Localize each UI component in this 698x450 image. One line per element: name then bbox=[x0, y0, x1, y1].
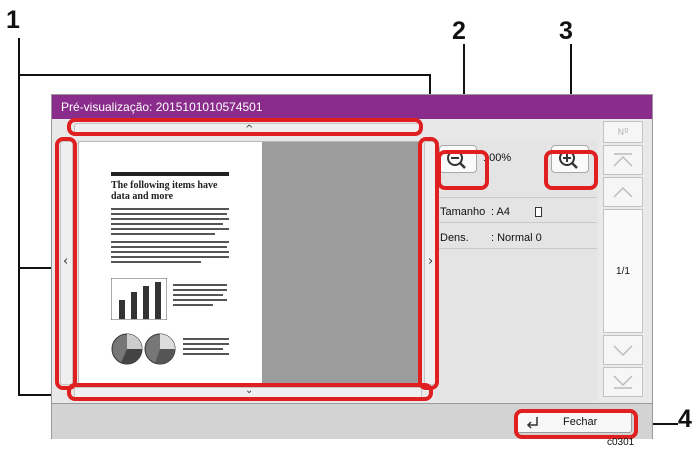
document-text-line bbox=[183, 338, 229, 340]
first-page-button[interactable] bbox=[603, 145, 643, 175]
document-page: The following items have data and more bbox=[79, 142, 262, 384]
page-navigation: Nº 1/1 bbox=[600, 119, 646, 401]
callout-1-top-line bbox=[18, 74, 430, 76]
page-count-area: 1/1 bbox=[603, 209, 643, 333]
document-text-line bbox=[173, 284, 227, 286]
size-label: Tamanho bbox=[440, 206, 486, 218]
document-text-line bbox=[111, 228, 229, 230]
document-text-line bbox=[173, 304, 213, 306]
document-text-line bbox=[183, 353, 229, 355]
info-separator bbox=[435, 197, 597, 198]
document-heading: The following items have data and more bbox=[111, 180, 218, 202]
highlight-scroll-left bbox=[55, 137, 77, 390]
callout-2: 2 bbox=[452, 17, 466, 45]
highlight-zoom-out bbox=[437, 150, 489, 190]
document-text-line bbox=[173, 289, 227, 291]
document-text-line bbox=[183, 348, 223, 350]
callout-1: 1 bbox=[6, 6, 20, 34]
next-page-button[interactable] bbox=[603, 335, 643, 365]
document-text-line bbox=[111, 213, 227, 215]
highlight-zoom-in bbox=[544, 150, 598, 190]
size-row: Tamanho : A4 bbox=[435, 201, 597, 223]
density-row: Dens. : Normal 0 bbox=[435, 227, 597, 249]
page-count: 1/1 bbox=[616, 266, 630, 277]
down-arrow-icon bbox=[613, 345, 633, 357]
document-pie-charts bbox=[111, 333, 176, 365]
first-page-icon bbox=[613, 153, 633, 167]
document-text-line bbox=[111, 246, 227, 248]
density-label: Dens. bbox=[440, 232, 469, 244]
density-value: : Normal 0 bbox=[491, 232, 542, 244]
portrait-page-icon bbox=[535, 207, 542, 217]
document-text-line bbox=[183, 343, 229, 345]
size-value: : A4 bbox=[491, 206, 510, 218]
page-number-button[interactable]: Nº bbox=[603, 121, 643, 143]
document-text-line bbox=[173, 299, 227, 301]
callout-1-vertical-line bbox=[18, 38, 20, 396]
highlight-scroll-bottom bbox=[67, 383, 433, 401]
highlight-scroll-right bbox=[418, 137, 439, 390]
document-text-line bbox=[111, 223, 223, 225]
blank-page-area bbox=[262, 142, 421, 384]
document-text-line bbox=[111, 241, 229, 243]
window-title: Pré-visualização: 2015101010574501 bbox=[52, 95, 652, 119]
document-text-line bbox=[111, 208, 229, 210]
document-text-line bbox=[111, 218, 229, 220]
document-header-bar bbox=[111, 172, 229, 176]
document-text-line bbox=[111, 261, 201, 263]
document-text-line bbox=[111, 256, 229, 258]
preview-image-area[interactable]: The following items have data and more bbox=[78, 141, 422, 385]
last-page-icon bbox=[613, 375, 633, 389]
document-text-line bbox=[111, 233, 215, 235]
callout-4: 4 bbox=[678, 405, 692, 433]
document-text-line bbox=[111, 251, 229, 253]
highlight-scroll-top bbox=[67, 118, 423, 136]
document-text-line bbox=[173, 294, 223, 296]
callout-3: 3 bbox=[559, 17, 573, 45]
up-arrow-icon bbox=[613, 186, 633, 198]
document-bar-chart bbox=[111, 278, 167, 320]
highlight-close-button bbox=[514, 409, 638, 439]
previous-page-button[interactable] bbox=[603, 177, 643, 207]
last-page-button[interactable] bbox=[603, 367, 643, 397]
page-number-label: Nº bbox=[617, 128, 629, 138]
figure-code: c0301 bbox=[607, 437, 635, 448]
